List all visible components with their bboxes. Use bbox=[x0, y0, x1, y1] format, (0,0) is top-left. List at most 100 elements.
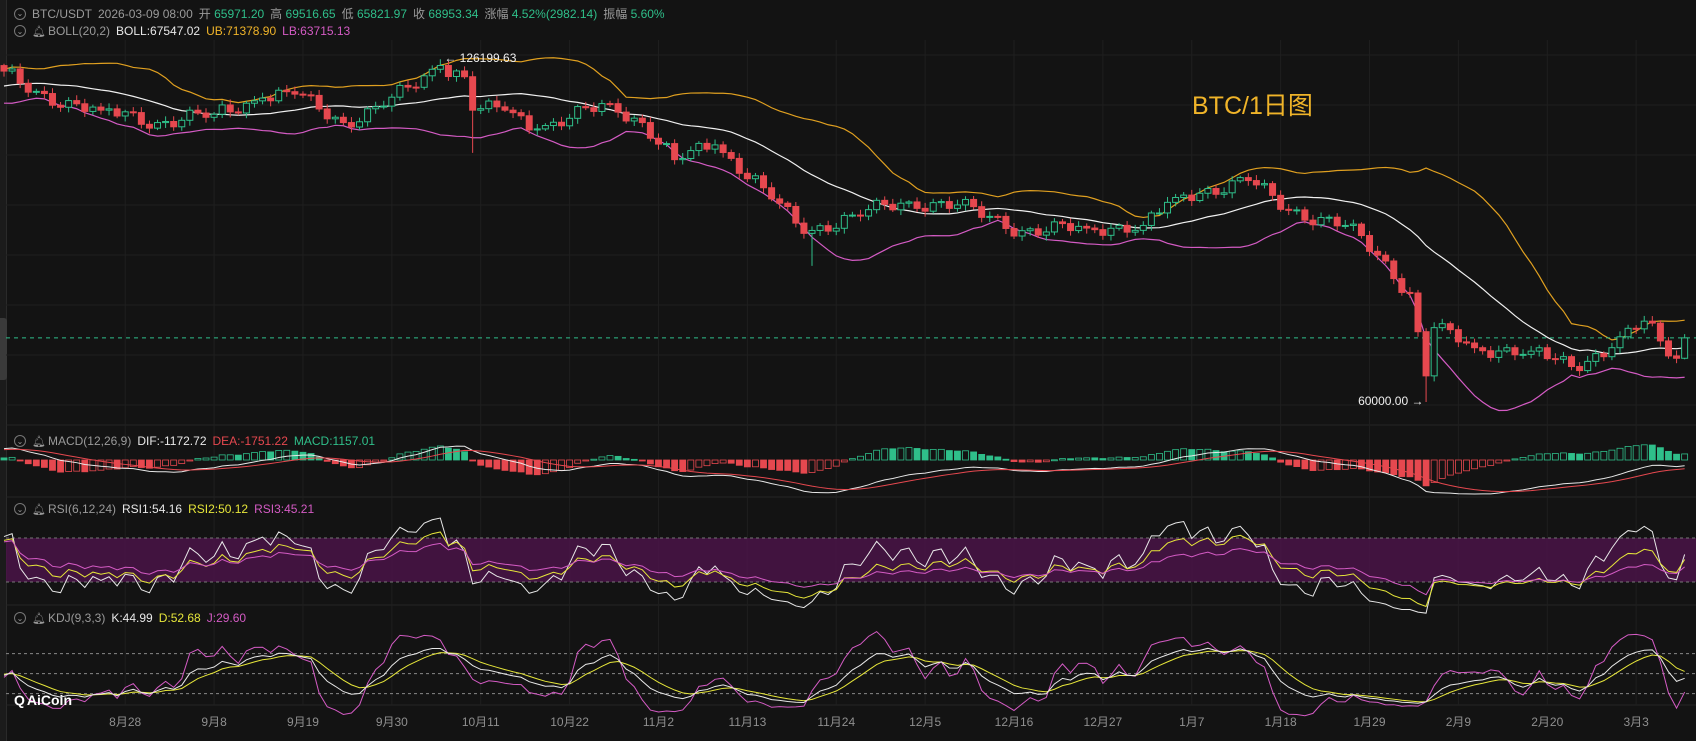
candle-body bbox=[1584, 360, 1592, 372]
macd-histogram-bar bbox=[1091, 457, 1099, 461]
macd-histogram-bar bbox=[194, 458, 202, 461]
collapse-chevron-icon[interactable]: ⌄ bbox=[14, 25, 26, 37]
candle-body bbox=[517, 112, 525, 117]
candle-body bbox=[1309, 219, 1317, 226]
macd-name[interactable]: MACD(12,26,9) bbox=[48, 434, 131, 448]
low-value: 65821.97 bbox=[356, 7, 408, 21]
candle-body bbox=[1317, 217, 1325, 226]
macd-histogram-bar bbox=[1648, 444, 1656, 461]
candle-body bbox=[1099, 229, 1107, 236]
macd-histogram-bar bbox=[1568, 453, 1575, 461]
macd-histogram-bar bbox=[1527, 455, 1535, 461]
candle-body bbox=[1204, 188, 1212, 194]
bell-icon[interactable]: 🔔︎ bbox=[32, 25, 46, 38]
candle-body bbox=[16, 68, 24, 84]
candle-body bbox=[1438, 323, 1446, 329]
candle-body bbox=[24, 82, 32, 93]
macd-histogram-bar bbox=[687, 459, 695, 471]
macd-histogram-bar bbox=[178, 459, 186, 464]
x-tick-label: 11月2 bbox=[642, 715, 675, 729]
macd-histogram-bar bbox=[1600, 450, 1608, 461]
macd-histogram-bar bbox=[154, 459, 161, 468]
macd-histogram-bar bbox=[776, 459, 784, 471]
candle-body bbox=[1244, 177, 1252, 182]
candle-body bbox=[1543, 347, 1551, 360]
macd-histogram-bar bbox=[1398, 459, 1406, 477]
macd-histogram-bar bbox=[1147, 454, 1155, 461]
collapse-chevron-icon[interactable]: ⌄ bbox=[14, 503, 26, 515]
macd-histogram-bar bbox=[647, 459, 654, 465]
boll-upper-band bbox=[3, 57, 1685, 341]
bell-icon[interactable]: 🔔︎ bbox=[32, 503, 46, 516]
kdj-name[interactable]: KDJ(9,3,3) bbox=[48, 611, 105, 625]
candle-body bbox=[1422, 331, 1430, 377]
candle-body bbox=[1600, 353, 1608, 358]
candle-body bbox=[1366, 235, 1374, 252]
macd-histogram-bar bbox=[259, 451, 266, 461]
candle-body bbox=[48, 93, 56, 106]
macd-histogram-bar bbox=[16, 459, 24, 462]
candle-body bbox=[1123, 224, 1131, 233]
candle-body bbox=[614, 103, 622, 113]
macd-histogram-bar bbox=[929, 449, 937, 461]
macd-histogram-bar bbox=[81, 459, 89, 473]
min-price-value: 60000.00 bbox=[1358, 394, 1409, 408]
macd-histogram-bar bbox=[1479, 459, 1487, 468]
kdj-k: K:44.99 bbox=[111, 611, 153, 625]
x-tick-label: 1月29 bbox=[1353, 715, 1386, 729]
macd-histogram-bar bbox=[743, 459, 751, 468]
candle-body bbox=[331, 116, 339, 120]
candle-body bbox=[897, 202, 905, 211]
macd-histogram-bar bbox=[816, 459, 824, 471]
candle-body bbox=[1277, 194, 1285, 210]
macd-histogram-bar bbox=[614, 455, 622, 461]
candle-body bbox=[121, 111, 129, 117]
macd-histogram-bar bbox=[1164, 450, 1171, 461]
candle-body bbox=[638, 117, 646, 124]
candle-body bbox=[1034, 228, 1042, 236]
candle-body bbox=[1648, 320, 1656, 324]
candle-body bbox=[679, 157, 687, 161]
macd-histogram-bar bbox=[727, 459, 735, 464]
macd-histogram-bar bbox=[251, 452, 258, 461]
macd-histogram-bar bbox=[162, 459, 170, 467]
x-tick-label: 9月8 bbox=[201, 715, 227, 729]
candle-body bbox=[154, 122, 162, 129]
macd-histogram-bar bbox=[970, 451, 977, 461]
collapse-chevron-icon[interactable]: ⌄ bbox=[14, 435, 26, 447]
candle-body bbox=[1632, 327, 1640, 330]
candle-body bbox=[913, 201, 921, 209]
macd-histogram-bar bbox=[913, 448, 921, 461]
candle-body bbox=[1050, 221, 1058, 233]
boll-name[interactable]: BOLL(20,2) bbox=[48, 24, 110, 38]
candle-body bbox=[1075, 225, 1083, 232]
rsi-name[interactable]: RSI(6,12,24) bbox=[48, 502, 116, 516]
candle-body bbox=[1454, 329, 1462, 343]
macd-histogram-bar bbox=[1503, 459, 1511, 462]
macd-histogram-bar bbox=[1519, 457, 1527, 461]
candle-body bbox=[663, 143, 671, 146]
macd-dif: DIF:-1172.72 bbox=[137, 434, 207, 448]
candle-body bbox=[162, 120, 170, 124]
boll-mid: BOLL:67547.02 bbox=[116, 24, 201, 38]
macd-histogram-bar bbox=[1083, 457, 1091, 461]
macd-histogram-bar bbox=[622, 458, 630, 461]
macd-histogram-bar bbox=[784, 459, 792, 471]
collapse-chevron-icon[interactable]: ⌄ bbox=[14, 7, 26, 20]
collapse-chevron-icon[interactable]: ⌄ bbox=[14, 612, 26, 624]
candle-body bbox=[436, 64, 444, 70]
candle-body bbox=[1301, 209, 1309, 221]
candle-body bbox=[347, 122, 355, 128]
bell-icon[interactable]: 🔔︎ bbox=[32, 435, 46, 448]
price-chart[interactable] bbox=[0, 0, 1696, 741]
max-price-value: 126199.63 bbox=[459, 51, 517, 66]
x-tick-label: 12月27 bbox=[1083, 715, 1123, 729]
candle-body bbox=[889, 203, 897, 211]
boll-legend: ⌄ 🔔︎ BOLL(20,2) BOLL:67547.02 UB:71378.9… bbox=[14, 24, 350, 38]
bell-icon[interactable]: 🔔︎ bbox=[32, 612, 46, 625]
candle-body bbox=[1325, 216, 1333, 219]
kdj-j: J:29.60 bbox=[206, 611, 247, 625]
candle-body bbox=[129, 111, 137, 114]
rsi1-value: RSI1:54.16 bbox=[122, 502, 183, 516]
macd-histogram-bar bbox=[275, 450, 283, 461]
